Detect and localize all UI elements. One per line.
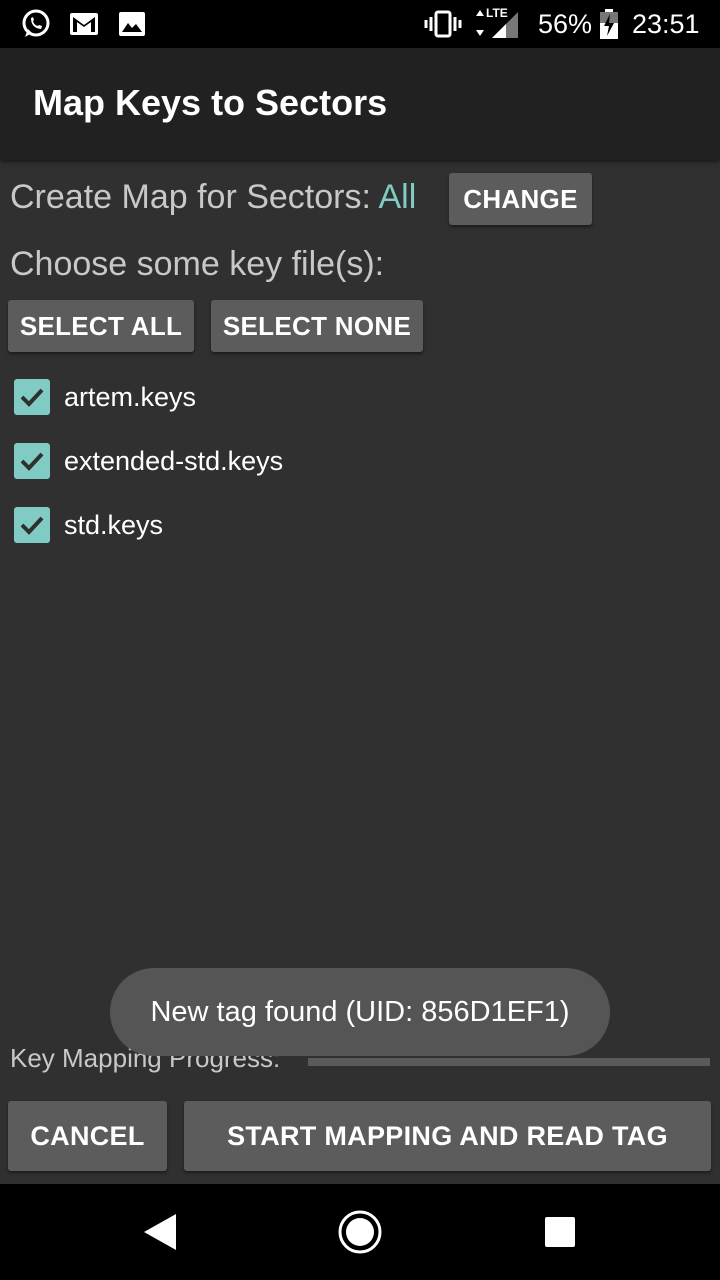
select-none-button[interactable]: SELECT NONE bbox=[211, 300, 423, 352]
key-file-item-std[interactable]: std.keys bbox=[14, 505, 163, 545]
status-bar: LTE 56% 23:51 bbox=[0, 0, 720, 48]
clock: 23:51 bbox=[632, 9, 700, 39]
battery-percent: 56% bbox=[538, 9, 593, 39]
sectors-label: Create Map for Sectors: bbox=[10, 178, 371, 216]
checkbox-checked-icon[interactable] bbox=[14, 443, 50, 479]
key-file-label: extended-std.keys bbox=[64, 445, 284, 476]
key-files-label: Choose some key file(s): bbox=[10, 245, 385, 283]
key-file-item-extended-std[interactable]: extended-std.keys bbox=[14, 441, 283, 481]
checkbox-checked-icon[interactable] bbox=[14, 379, 50, 415]
whatsapp-icon bbox=[18, 8, 54, 40]
progress-bar bbox=[308, 1058, 710, 1066]
back-icon[interactable] bbox=[100, 1184, 220, 1280]
network-type: LTE bbox=[486, 6, 508, 20]
toast-message: New tag found (UID: 856D1EF1) bbox=[110, 968, 610, 1056]
gallery-icon bbox=[118, 8, 146, 40]
sectors-label-row: Create Map for Sectors: All bbox=[10, 178, 416, 217]
select-all-button[interactable]: SELECT ALL bbox=[8, 300, 194, 352]
home-icon[interactable] bbox=[300, 1184, 420, 1280]
cancel-button[interactable]: CANCEL bbox=[8, 1101, 167, 1171]
start-mapping-button[interactable]: START MAPPING AND READ TAG bbox=[184, 1101, 711, 1171]
app-bar: Map Keys to Sectors bbox=[0, 48, 720, 160]
page-title: Map Keys to Sectors bbox=[33, 82, 388, 123]
sectors-value: All bbox=[378, 178, 417, 216]
navigation-bar bbox=[0, 1184, 720, 1280]
key-file-label: artem.keys bbox=[64, 381, 197, 412]
checkbox-checked-icon[interactable] bbox=[14, 507, 50, 543]
key-file-label: std.keys bbox=[64, 509, 164, 540]
key-file-item-artem[interactable]: artem.keys bbox=[14, 377, 196, 417]
recents-icon[interactable] bbox=[500, 1184, 620, 1280]
change-button[interactable]: CHANGE bbox=[449, 173, 592, 225]
battery-charging-icon bbox=[598, 8, 620, 40]
vibrate-icon bbox=[424, 8, 462, 40]
gmail-icon bbox=[68, 8, 100, 40]
